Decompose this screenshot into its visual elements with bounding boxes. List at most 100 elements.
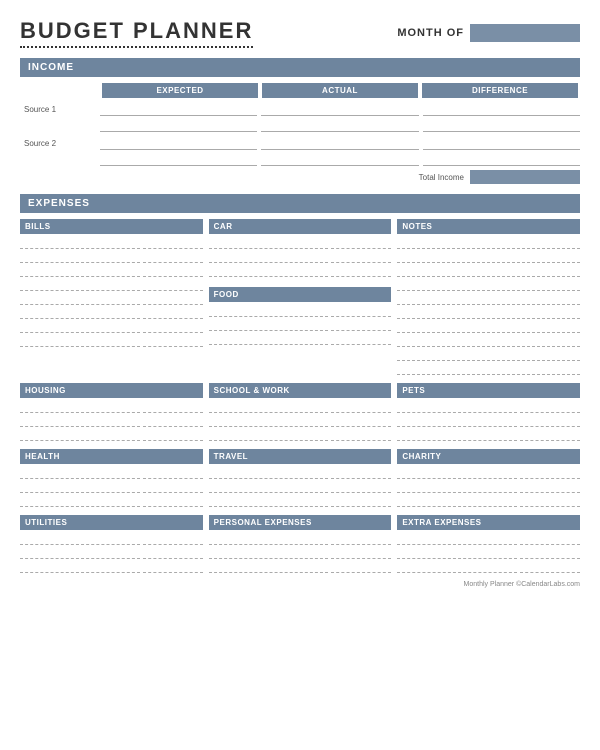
food-header: FOOD	[209, 287, 392, 302]
extra-row	[397, 547, 580, 559]
charity-row	[397, 495, 580, 507]
food-row	[209, 319, 392, 331]
bills-row	[20, 293, 203, 305]
month-input-box[interactable]	[470, 24, 580, 42]
pets-col: PETS	[397, 383, 580, 443]
source1-expected2[interactable]	[100, 118, 257, 132]
expected-col-header: EXPECTED	[102, 83, 258, 98]
notes-line[interactable]	[397, 251, 580, 263]
charity-row	[397, 481, 580, 493]
expenses-grid-row2: HOUSING SCHOOL & WORK PETS	[20, 383, 580, 443]
source2-difference2[interactable]	[423, 152, 580, 166]
personal-header: PERSONAL EXPENSES	[209, 515, 392, 530]
notes-line[interactable]	[397, 335, 580, 347]
source1-difference2[interactable]	[423, 118, 580, 132]
notes-line[interactable]	[397, 293, 580, 305]
notes-line[interactable]	[397, 307, 580, 319]
extra-header: EXTRA EXPENSES	[397, 515, 580, 530]
charity-row	[397, 467, 580, 479]
pets-row	[397, 429, 580, 441]
source1-actual[interactable]	[261, 102, 418, 116]
health-row	[20, 467, 203, 479]
source1-row2	[100, 118, 580, 132]
utilities-col: UTILITIES	[20, 515, 203, 575]
car-row	[209, 237, 392, 249]
school-row	[209, 429, 392, 441]
month-of-section: Month of	[397, 24, 580, 42]
notes-header: NOTES	[397, 219, 580, 234]
bills-row	[20, 279, 203, 291]
extra-row	[397, 561, 580, 573]
notes-line[interactable]	[397, 265, 580, 277]
utilities-row	[20, 547, 203, 559]
car-food-col: CAR FOOD	[209, 219, 392, 377]
source2-actual2[interactable]	[261, 152, 418, 166]
source1-expected[interactable]	[100, 102, 257, 116]
source2-expected2[interactable]	[100, 152, 257, 166]
school-row	[209, 401, 392, 413]
health-header: HEALTH	[20, 449, 203, 464]
bills-row	[20, 251, 203, 263]
notes-line[interactable]	[397, 321, 580, 333]
source1-label: Source 1	[20, 105, 100, 114]
bills-header: BILLS	[20, 219, 203, 234]
housing-row	[20, 429, 203, 441]
school-header: SCHOOL & WORK	[209, 383, 392, 398]
extra-row	[397, 533, 580, 545]
personal-row	[209, 547, 392, 559]
source2-fields2	[100, 152, 580, 166]
source1-difference[interactable]	[423, 102, 580, 116]
charity-col: CHARITY	[397, 449, 580, 509]
school-row	[209, 415, 392, 427]
expenses-grid-row3: HEALTH TRAVEL CHARITY	[20, 449, 580, 509]
travel-header: TRAVEL	[209, 449, 392, 464]
notes-col: NOTES	[397, 219, 580, 377]
expenses-grid-row1: BILLS CAR FOOD	[20, 219, 580, 377]
footer-text: Monthly Planner ©CalendarLabs.com	[464, 581, 580, 588]
expenses-header: EXPENSES	[20, 194, 580, 213]
pets-row	[397, 415, 580, 427]
difference-col-header: DIFFERENCE	[422, 83, 578, 98]
travel-row	[209, 481, 392, 493]
source2-actual[interactable]	[261, 136, 418, 150]
income-header: INCOME	[20, 58, 580, 77]
total-income-row: Total Income	[20, 170, 580, 184]
source2-difference[interactable]	[423, 136, 580, 150]
income-section: INCOME EXPECTED ACTUAL DIFFERENCE Source…	[20, 58, 580, 184]
source1-row: Source 1	[20, 102, 580, 116]
food-row	[209, 305, 392, 317]
bills-row	[20, 335, 203, 347]
health-col: HEALTH	[20, 449, 203, 509]
source1-fields2	[100, 118, 580, 132]
car-row	[209, 265, 392, 277]
notes-line[interactable]	[397, 349, 580, 361]
notes-line[interactable]	[397, 363, 580, 375]
bills-row	[20, 265, 203, 277]
car-row	[209, 251, 392, 263]
utilities-row	[20, 533, 203, 545]
total-income-label: Total Income	[419, 173, 464, 182]
pets-row	[397, 401, 580, 413]
expenses-grid-row4: UTILITIES PERSONAL EXPENSES EXTRA EXPENS…	[20, 515, 580, 575]
bills-row	[20, 321, 203, 333]
car-header: CAR	[209, 219, 392, 234]
food-row	[209, 333, 392, 345]
source1-actual2[interactable]	[261, 118, 418, 132]
travel-row	[209, 467, 392, 479]
school-col: SCHOOL & WORK	[209, 383, 392, 443]
notes-line[interactable]	[397, 279, 580, 291]
source2-expected[interactable]	[100, 136, 257, 150]
notes-line[interactable]	[397, 237, 580, 249]
source2-row2	[100, 152, 580, 166]
housing-col: HOUSING	[20, 383, 203, 443]
housing-row	[20, 415, 203, 427]
bills-row	[20, 237, 203, 249]
source1-fields	[100, 102, 580, 116]
expenses-section: EXPENSES BILLS CAR FOO	[20, 194, 580, 575]
source2-row: Source 2	[20, 136, 580, 150]
personal-row	[209, 561, 392, 573]
total-income-box[interactable]	[470, 170, 580, 184]
travel-col: TRAVEL	[209, 449, 392, 509]
page-header: BUDGET PLANNER Month of	[20, 18, 580, 48]
pets-header: PETS	[397, 383, 580, 398]
